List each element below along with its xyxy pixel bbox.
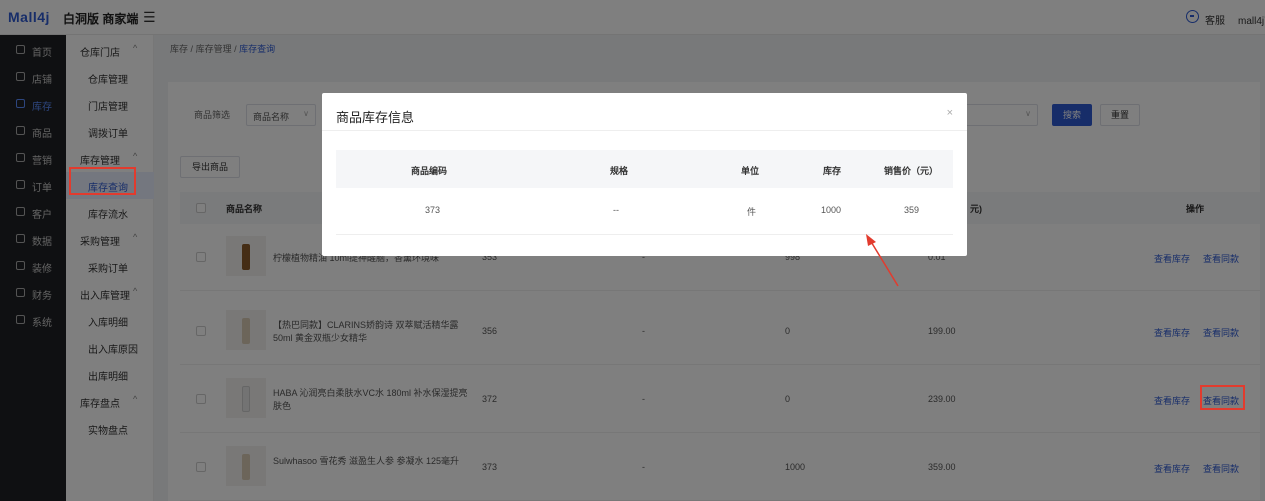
dialog-title: 商品库存信息 xyxy=(336,110,415,125)
cell-stock: 1000 xyxy=(821,205,842,215)
annotation-highlight-stock-query xyxy=(69,167,136,195)
column-code: 商品编码 xyxy=(411,166,448,176)
cell-spec: -- xyxy=(613,205,619,215)
column-stock: 库存 xyxy=(823,166,842,176)
annotation-highlight-view-same xyxy=(1200,385,1245,410)
dialog-table-row: 373 -- 件 1000 359 xyxy=(336,188,953,235)
dialog-table-header: 商品编码 规格 单位 库存 销售价（元） xyxy=(336,150,953,188)
cell-code: 373 xyxy=(425,205,441,215)
column-price: 销售价（元） xyxy=(884,166,939,176)
dialog-divider xyxy=(322,130,967,131)
close-icon[interactable]: × xyxy=(947,107,953,119)
cell-unit: 件 xyxy=(747,207,757,217)
annotation-arrow xyxy=(866,234,899,287)
column-unit: 单位 xyxy=(741,166,760,176)
column-spec: 规格 xyxy=(610,166,629,176)
cell-price: 359 xyxy=(904,205,920,215)
